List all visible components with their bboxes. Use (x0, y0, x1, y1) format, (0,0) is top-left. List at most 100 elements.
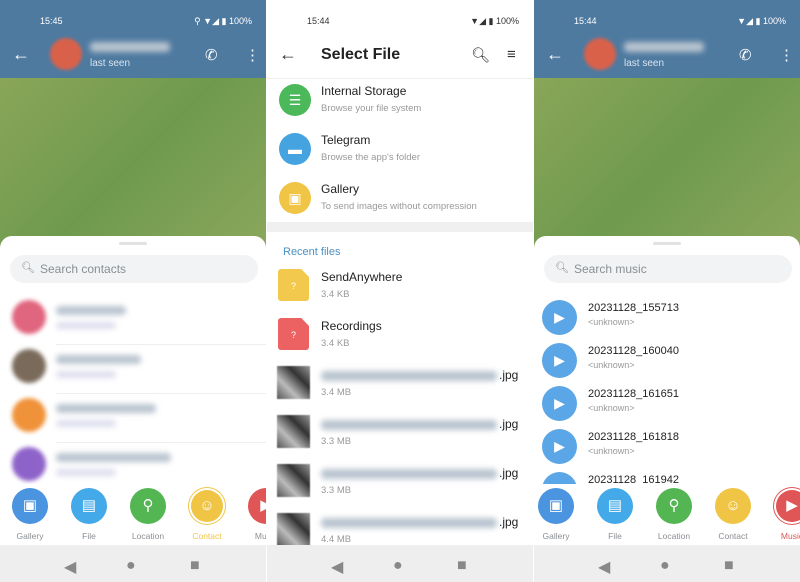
location-icon: ⚲ (656, 488, 692, 524)
recent-files-header: Recent files (283, 246, 341, 258)
sheet-handle[interactable] (653, 242, 681, 245)
status-time: 15:44 (574, 16, 597, 26)
attach-gallery-button[interactable]: ▣ Gallery (5, 488, 55, 541)
attach-music-button[interactable]: ▶ Music (241, 488, 266, 541)
contact-icon: ☺ (715, 488, 751, 524)
file-size: 3.3 MB (321, 436, 352, 447)
phone-icon[interactable]: ✆ (205, 46, 218, 64)
attach-contact-button[interactable]: ☺ Contact (182, 488, 232, 541)
music-icon: ▶ (774, 488, 800, 524)
track-artist: <unknown> (588, 360, 635, 370)
source-internal-storage[interactable]: ☰ Internal Storage Browse your file system (267, 82, 533, 131)
source-subtitle: Browse your file system (321, 103, 422, 114)
back-arrow-icon[interactable]: ← (546, 44, 564, 65)
nav-back-icon[interactable]: ◀ (64, 557, 76, 577)
music-icon: ▶ (248, 488, 266, 524)
file-row[interactable]: .jpg 3.4 MB (267, 364, 533, 413)
attach-file-button[interactable]: ▤ File (64, 488, 114, 541)
nav-recents-icon[interactable]: ■ (190, 557, 200, 575)
source-title: Gallery (321, 182, 360, 196)
status-bar: 15:44 ▼◢ ▮ 100% (267, 0, 533, 38)
music-track-row[interactable]: ▶ 20231128_160040 <unknown> (534, 341, 800, 384)
play-icon[interactable]: ▶ (542, 429, 577, 464)
contact-row[interactable] (0, 296, 266, 345)
attach-gallery-button[interactable]: ▣ Gallery (534, 488, 581, 541)
attach-file-button[interactable]: ▤ File (590, 488, 640, 541)
avatar[interactable] (50, 38, 82, 70)
back-arrow-icon[interactable]: ← (279, 44, 297, 65)
search-icon[interactable]: 🔍︎ (471, 46, 490, 64)
nav-bar: ◀ ● ■ (0, 545, 266, 582)
attach-contact-button[interactable]: ☺ Contact (708, 488, 758, 541)
nav-bar: ◀ ● ■ (534, 545, 800, 582)
status-icons: ▼◢ ▮ 100% (470, 16, 519, 26)
source-telegram[interactable]: ▬ Telegram Browse the app's folder (267, 131, 533, 180)
nav-home-icon[interactable]: ● (660, 557, 670, 575)
file-icon: ▤ (71, 488, 107, 524)
attach-label: Music (254, 531, 266, 541)
music-track-row[interactable]: ▶ 20231128_161818 <unknown> (534, 427, 800, 470)
attach-bar: ▣ Gallery ▤ File ⚲ Location ☺ Contact ▶ Music (534, 484, 800, 546)
play-icon[interactable]: ▶ (542, 300, 577, 335)
contact-name-blurred (56, 404, 156, 413)
avatar (12, 300, 46, 334)
contact-row[interactable] (0, 394, 266, 443)
attach-music-button[interactable]: ▶ Music (767, 488, 800, 541)
file-size: 4.4 MB (321, 534, 352, 545)
file-extension: .jpg (499, 466, 519, 480)
attach-location-button[interactable]: ⚲ Location (649, 488, 699, 541)
music-track-row[interactable]: ▶ 20231128_161651 <unknown> (534, 384, 800, 427)
avatar[interactable] (584, 38, 616, 70)
nav-recents-icon[interactable]: ■ (724, 557, 734, 575)
unknown-file-icon: ? (278, 318, 309, 350)
file-row[interactable]: ? SendAnywhere 3.4 KB (267, 266, 533, 315)
contact-row[interactable] (0, 345, 266, 394)
more-icon[interactable]: ⋮ (779, 46, 794, 64)
contact-name-blurred (90, 42, 170, 52)
nav-home-icon[interactable]: ● (126, 557, 136, 575)
track-title: 20231128_161818 (588, 431, 679, 443)
play-icon[interactable]: ▶ (542, 343, 577, 378)
nav-back-icon[interactable]: ◀ (598, 557, 610, 577)
back-arrow-icon[interactable]: ← (12, 44, 30, 65)
nav-home-icon[interactable]: ● (393, 557, 403, 575)
avatar (12, 349, 46, 383)
file-extension: .jpg (499, 417, 519, 431)
attach-label: Music (780, 531, 800, 541)
storage-icon: ☰ (279, 84, 311, 116)
phone-icon[interactable]: ✆ (739, 46, 752, 64)
search-input[interactable]: 🔍︎ Search music (544, 255, 792, 283)
image-thumbnail (277, 513, 310, 546)
file-row[interactable]: .jpg 3.3 MB (267, 462, 533, 511)
more-icon[interactable]: ⋮ (245, 46, 260, 64)
avatar (12, 447, 46, 481)
section-separator (267, 222, 533, 232)
image-icon: ▣ (538, 488, 574, 524)
music-track-row[interactable]: ▶ 20231128_155713 <unknown> (534, 298, 800, 341)
nav-back-icon[interactable]: ◀ (331, 557, 343, 577)
sheet-handle[interactable] (119, 242, 147, 245)
source-subtitle: Browse the app's folder (321, 152, 420, 163)
contact-name-blurred (56, 453, 171, 462)
file-row[interactable]: .jpg 3.3 MB (267, 413, 533, 462)
file-row[interactable]: ? Recordings 3.4 KB (267, 315, 533, 364)
page-title: Select File (321, 46, 401, 63)
sort-icon[interactable]: ≡ (507, 46, 516, 63)
battery-level: 100% (495, 16, 519, 26)
play-icon[interactable]: ▶ (542, 386, 577, 421)
nav-bar: ◀ ● ■ (267, 545, 533, 582)
file-name-blurred (321, 518, 497, 528)
file-name-blurred (321, 371, 497, 381)
search-placeholder: Search contacts (40, 262, 127, 276)
source-title: Telegram (321, 133, 371, 147)
status-time: 15:44 (307, 16, 330, 26)
search-input[interactable]: 🔍︎ Search contacts (10, 255, 258, 283)
status-time: 15:45 (40, 16, 63, 26)
attach-location-button[interactable]: ⚲ Location (123, 488, 173, 541)
contact-picker-screen: 15:45 ⚲ ▼◢ ▮ 100% ← last seen ✆ ⋮ 🔍︎ Searc… (0, 0, 266, 582)
contact-status-blurred (56, 420, 116, 427)
file-extension: .jpg (499, 368, 519, 382)
track-title: 20231128_155713 (588, 302, 679, 314)
nav-recents-icon[interactable]: ■ (457, 557, 467, 575)
attach-label: Contact (192, 531, 222, 541)
